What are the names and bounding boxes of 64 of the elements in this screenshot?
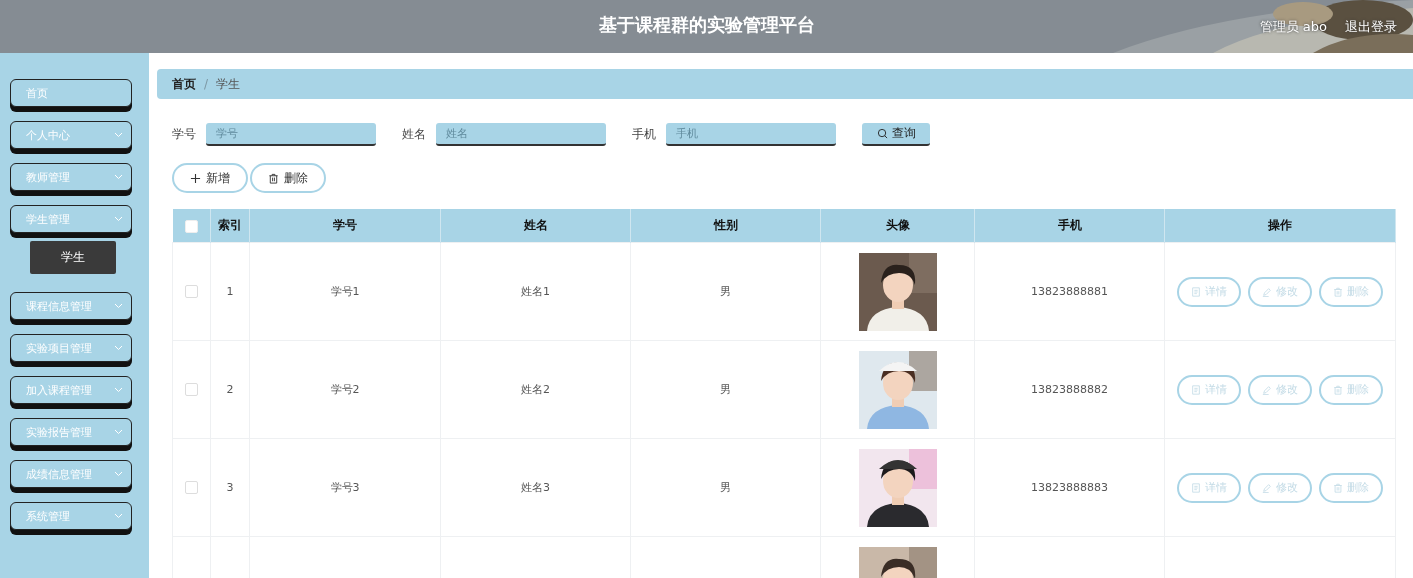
submenu-item[interactable]: 学生 bbox=[30, 241, 116, 274]
table-cell: 姓名3 bbox=[440, 438, 631, 537]
column-header: 姓名 bbox=[440, 209, 631, 243]
column-header: 手机 bbox=[974, 209, 1165, 243]
edit-button[interactable]: 修改 bbox=[1248, 472, 1312, 503]
table-cell: 13823888882 bbox=[974, 340, 1165, 439]
field-label: 学号 bbox=[172, 126, 196, 143]
chevron-down-icon bbox=[114, 303, 123, 309]
chevron-down-icon bbox=[114, 471, 123, 477]
breadcrumb-separator: / bbox=[204, 77, 209, 91]
search-button[interactable]: 查询 bbox=[862, 123, 930, 146]
table-cell: 学号3 bbox=[249, 438, 441, 537]
edit-button[interactable]: 修改 bbox=[1248, 374, 1312, 405]
breadcrumb-item: 学生 bbox=[216, 75, 241, 93]
column-header: 性别 bbox=[630, 209, 821, 243]
search-field[interactable]: 手机 bbox=[666, 123, 836, 146]
pencil-icon bbox=[1262, 384, 1272, 395]
trash-icon bbox=[1333, 482, 1343, 493]
table-cell: 男 bbox=[630, 242, 821, 341]
table-cell: 2 bbox=[210, 340, 250, 439]
table-cell: 13823888881 bbox=[974, 242, 1165, 341]
column-header: 学号 bbox=[249, 209, 441, 243]
table-cell: 13823888883 bbox=[974, 438, 1165, 537]
table-cell: 学号1 bbox=[249, 242, 441, 341]
row-checkbox[interactable] bbox=[185, 285, 198, 299]
table-cell: 男 bbox=[630, 340, 821, 439]
document-icon bbox=[1191, 384, 1201, 395]
document-icon bbox=[1191, 286, 1201, 297]
table-cell: 学号2 bbox=[249, 340, 441, 439]
table-cell: 姓名1 bbox=[440, 242, 631, 341]
chevron-down-icon bbox=[114, 387, 123, 393]
chevron-down-icon bbox=[114, 132, 123, 138]
trash-icon bbox=[1333, 286, 1343, 297]
field-label: 姓名 bbox=[402, 126, 426, 143]
pencil-icon bbox=[1262, 286, 1272, 297]
select-all-checkbox[interactable] bbox=[184, 219, 198, 233]
row-checkbox[interactable] bbox=[185, 383, 198, 397]
plus-icon bbox=[190, 172, 201, 184]
table-cell: 姓名2 bbox=[440, 340, 631, 439]
table-cell: 3 bbox=[210, 438, 250, 537]
chevron-down-icon bbox=[114, 216, 123, 222]
search-field[interactable]: 学号 bbox=[206, 123, 376, 146]
column-header: 头像 bbox=[820, 209, 975, 243]
delete-button[interactable]: 删除 bbox=[250, 163, 326, 193]
column-header: 索引 bbox=[210, 209, 250, 243]
chevron-down-icon bbox=[114, 174, 123, 180]
chevron-down-icon bbox=[114, 513, 123, 519]
search-field[interactable]: 姓名 bbox=[436, 123, 606, 146]
edit-button[interactable]: 修改 bbox=[1248, 276, 1312, 307]
search-icon bbox=[876, 128, 888, 139]
pencil-icon bbox=[1262, 482, 1272, 493]
field-label: 手机 bbox=[632, 126, 656, 143]
add-button[interactable]: 新增 bbox=[172, 163, 248, 193]
row-checkbox[interactable] bbox=[185, 481, 198, 495]
document-icon bbox=[1191, 482, 1201, 493]
column-header: 操作 bbox=[1164, 209, 1396, 243]
trash-icon bbox=[1333, 384, 1343, 395]
table-cell: 男 bbox=[630, 438, 821, 537]
trash-icon bbox=[268, 172, 279, 184]
breadcrumb-item[interactable]: 首页 bbox=[172, 75, 196, 93]
chevron-down-icon bbox=[114, 429, 123, 435]
chevron-down-icon bbox=[114, 345, 123, 351]
table-cell: 1 bbox=[210, 242, 250, 341]
app-title: 基于课程群的实验管理平台 bbox=[598, 13, 815, 37]
